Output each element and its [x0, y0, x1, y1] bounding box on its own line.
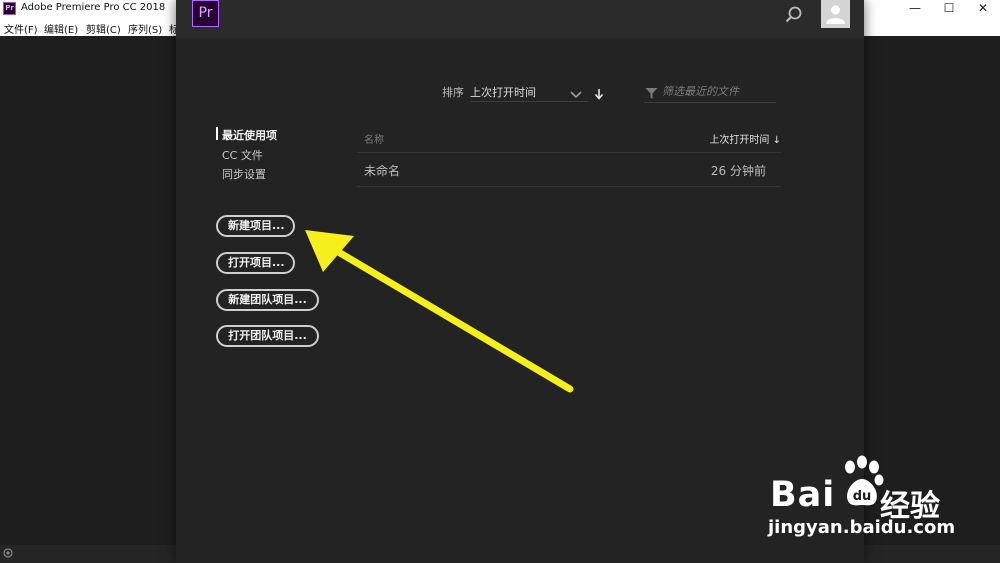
active-nav-indicator — [216, 127, 218, 140]
sort-label: 排序 — [442, 86, 464, 99]
project-name-cell: 未命名 — [364, 164, 401, 178]
maximize-button[interactable]: ☐ — [932, 0, 966, 18]
close-button[interactable]: ✕ — [966, 0, 1000, 18]
filter-box — [644, 80, 776, 103]
dialog-header: Pr — [176, 0, 864, 38]
creative-cloud-icon — [3, 548, 13, 561]
new-team-project-button[interactable]: 新建团队项目... — [216, 289, 319, 311]
new-project-button[interactable]: 新建项目... — [216, 215, 295, 237]
table-row[interactable]: 未命名 26 分钟前 — [357, 153, 781, 187]
column-name-header[interactable]: 名称 — [364, 131, 384, 146]
last-opened-cell: 26 分钟前 — [710, 164, 766, 178]
sort-value: 上次打开时间 — [470, 86, 536, 99]
open-project-button[interactable]: 打开项目... — [216, 252, 295, 274]
sort-direction-arrow-icon[interactable] — [594, 85, 604, 104]
watermark-brand: Bai — [770, 475, 836, 515]
baidu-jingyan-watermark: Bai du 经验 jingyan.baidu.com — [760, 455, 996, 545]
window-controls: — ☐ ✕ — [898, 0, 1000, 18]
svg-text:du: du — [853, 489, 872, 504]
menu-clip[interactable]: 剪辑(C) — [86, 21, 121, 36]
baidu-paw-logo: du — [840, 455, 884, 515]
minimize-button[interactable]: — — [898, 0, 932, 18]
menu-sequence[interactable]: 序列(S) — [128, 21, 162, 36]
watermark-url: jingyan.baidu.com — [768, 517, 956, 538]
menu-edit[interactable]: 编辑(E) — [44, 21, 78, 36]
column-last-opened-header[interactable]: 上次打开时间 ↓ — [709, 131, 781, 146]
chevron-down-icon — [570, 85, 582, 104]
user-avatar[interactable] — [821, 0, 850, 28]
recent-files-table-header: 名称 上次打开时间 ↓ — [357, 128, 781, 153]
open-team-project-button[interactable]: 打开团队项目... — [216, 325, 319, 347]
nav-cc-files[interactable]: CC 文件 — [222, 147, 263, 163]
menu-file[interactable]: 文件(F) — [4, 21, 38, 36]
user-icon — [826, 5, 845, 24]
premiere-logo: Pr — [192, 0, 219, 27]
premiere-app-icon: Pr — [3, 2, 16, 15]
filter-funnel-icon — [645, 85, 658, 104]
search-icon[interactable] — [784, 5, 804, 25]
window-title: Adobe Premiere Pro CC 2018 — [21, 2, 166, 13]
filter-recent-files-input[interactable] — [662, 82, 772, 100]
nav-recent[interactable]: 最近使用项 — [222, 127, 277, 143]
nav-sync-settings[interactable]: 同步设置 — [222, 166, 266, 182]
sort-dropdown[interactable]: 上次打开时间 — [470, 82, 588, 102]
